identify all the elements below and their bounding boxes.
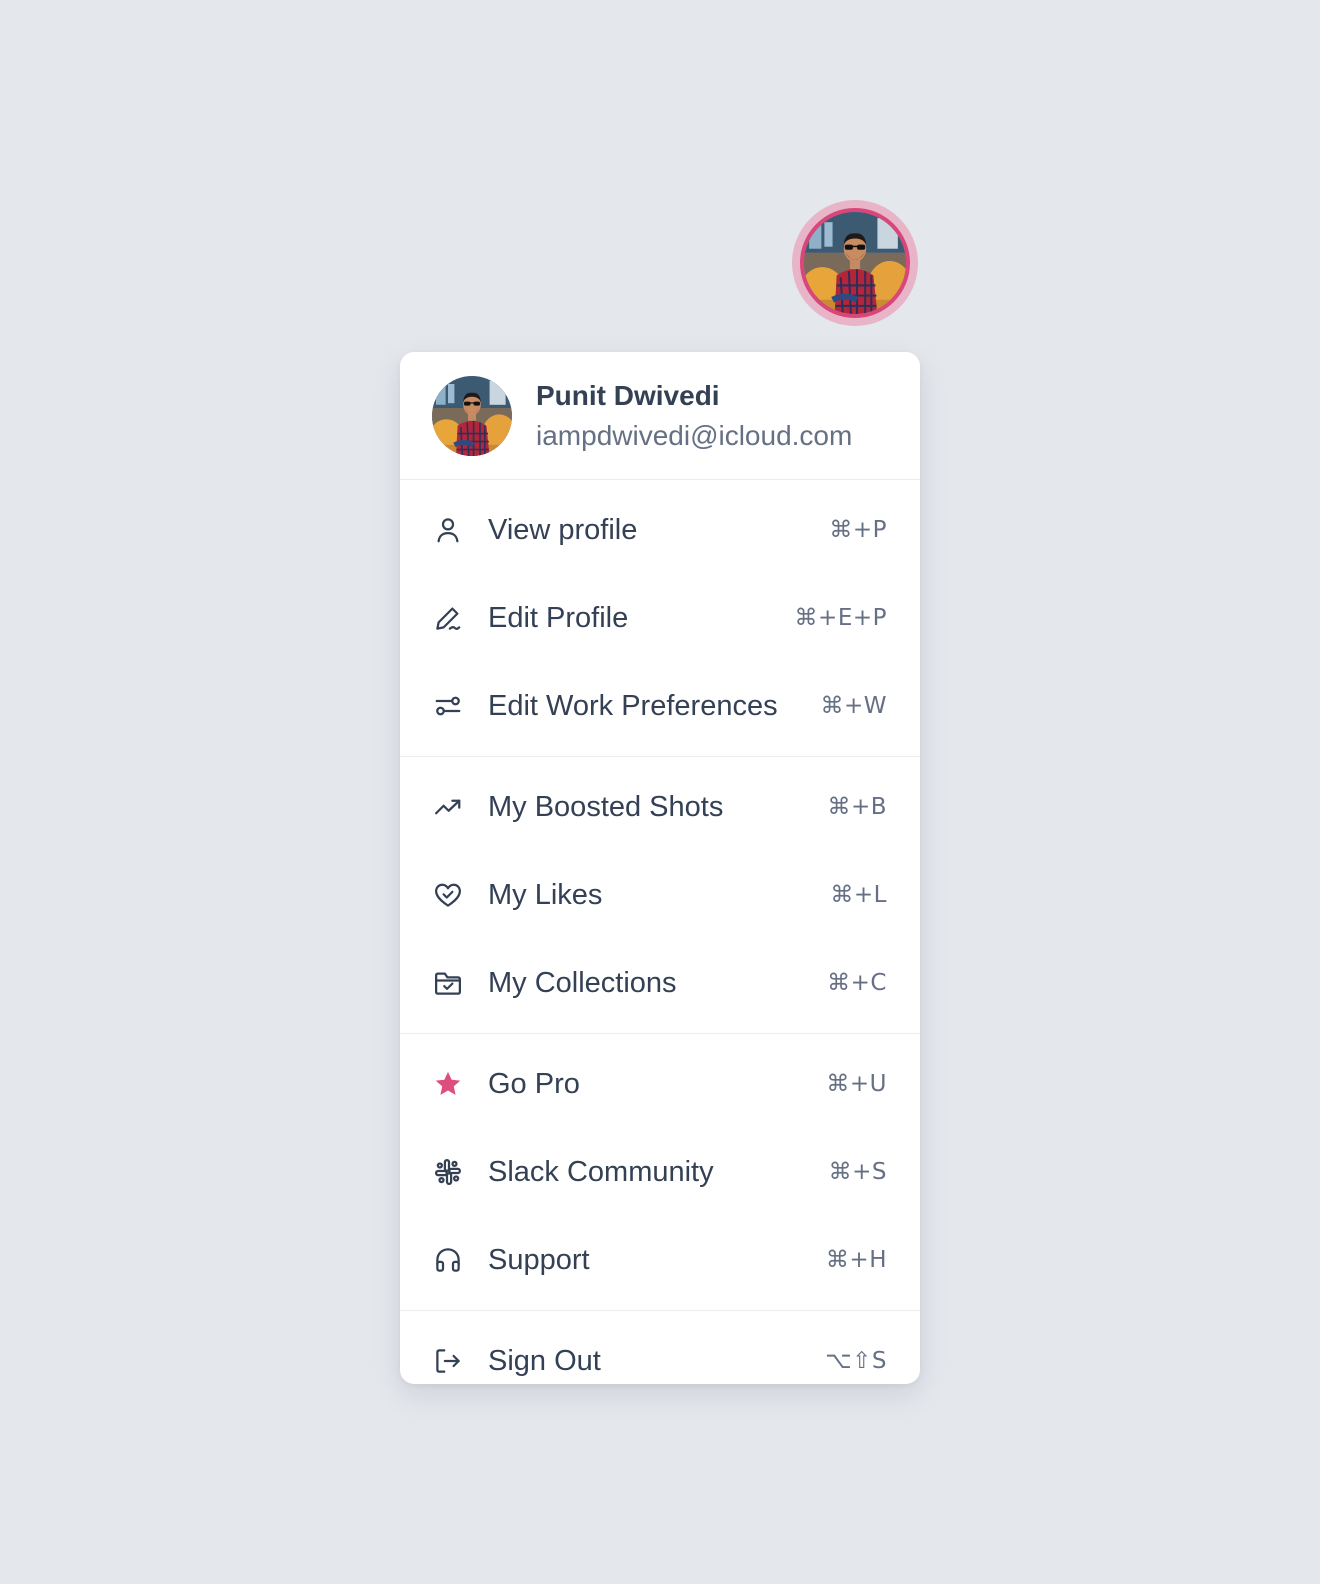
folder-check-icon — [432, 967, 464, 999]
heart-icon — [432, 879, 464, 911]
menu-item-edit-profile[interactable]: Edit Profile ⌘+E+P — [400, 574, 920, 662]
menu-item-label: Slack Community — [488, 1155, 714, 1188]
menu-header: Punit Dwivedi iampdwivedi@icloud.com — [400, 352, 920, 480]
menu-group-community: Go Pro ⌘+U Slack Community ⌘+S Support ⌘… — [400, 1034, 920, 1311]
menu-item-view-profile[interactable]: View profile ⌘+P — [400, 486, 920, 574]
avatar-menu-trigger[interactable] — [792, 200, 918, 326]
shortcut-hint: ⌘+P — [829, 517, 887, 543]
user-email: iampdwivedi@icloud.com — [536, 419, 853, 451]
menu-item-go-pro[interactable]: Go Pro ⌘+U — [400, 1040, 920, 1128]
menu-item-my-collections[interactable]: My Collections ⌘+C — [400, 939, 920, 1027]
user-icon — [432, 514, 464, 546]
menu-item-label: Sign Out — [488, 1344, 601, 1377]
logout-icon — [432, 1345, 464, 1377]
menu-item-label: View profile — [488, 513, 638, 546]
avatar — [804, 212, 906, 314]
headphones-icon — [432, 1244, 464, 1276]
shortcut-hint: ⌘+U — [826, 1071, 887, 1097]
shortcut-hint: ⌘+S — [828, 1159, 887, 1185]
shortcut-hint: ⌥⇧S — [825, 1348, 887, 1374]
menu-item-label: Support — [488, 1243, 590, 1276]
star-icon — [432, 1068, 464, 1100]
slack-icon — [432, 1156, 464, 1188]
shortcut-hint: ⌘+L — [830, 882, 887, 908]
user-name: Punit Dwivedi — [536, 379, 720, 411]
shortcut-hint: ⌘+E+P — [794, 605, 887, 631]
profile-dropdown-menu: Punit Dwivedi iampdwivedi@icloud.com Vie… — [400, 352, 920, 1384]
avatar-ring — [800, 208, 910, 318]
menu-item-label: Edit Work Preferences — [488, 689, 778, 722]
trending-up-icon — [432, 791, 464, 823]
menu-group-content: My Boosted Shots ⌘+B My Likes ⌘+L My Col… — [400, 757, 920, 1034]
menu-group-session: Sign Out ⌥⇧S — [400, 1311, 920, 1384]
menu-item-label: Go Pro — [488, 1067, 580, 1100]
menu-item-slack-community[interactable]: Slack Community ⌘+S — [400, 1128, 920, 1216]
menu-item-edit-work-preferences[interactable]: Edit Work Preferences ⌘+W — [400, 662, 920, 750]
shortcut-hint: ⌘+W — [820, 693, 887, 719]
shortcut-hint: ⌘+C — [827, 970, 887, 996]
menu-item-my-boosted-shots[interactable]: My Boosted Shots ⌘+B — [400, 763, 920, 851]
menu-item-label: My Collections — [488, 966, 677, 999]
menu-item-support[interactable]: Support ⌘+H — [400, 1216, 920, 1304]
menu-item-label: Edit Profile — [488, 601, 629, 634]
menu-item-sign-out[interactable]: Sign Out ⌥⇧S — [400, 1317, 920, 1384]
menu-item-my-likes[interactable]: My Likes ⌘+L — [400, 851, 920, 939]
header-avatar — [432, 376, 512, 456]
menu-group-profile: View profile ⌘+P Edit Profile ⌘+E+P Edit… — [400, 480, 920, 757]
sliders-icon — [432, 690, 464, 722]
menu-item-label: My Likes — [488, 878, 603, 911]
user-info: Punit Dwivedi iampdwivedi@icloud.com — [536, 377, 852, 455]
shortcut-hint: ⌘+B — [827, 794, 887, 820]
shortcut-hint: ⌘+H — [825, 1247, 887, 1273]
pen-icon — [432, 602, 464, 634]
menu-item-label: My Boosted Shots — [488, 790, 724, 823]
